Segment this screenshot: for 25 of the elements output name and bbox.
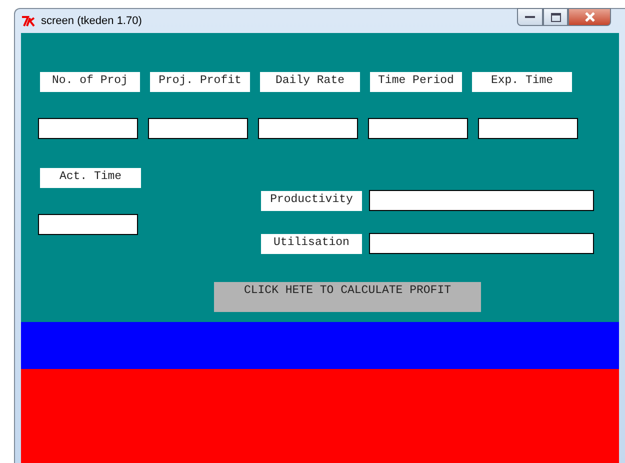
input-field[interactable] [478, 118, 578, 139]
field-label: No. of Proj [40, 72, 140, 92]
field-label: Utilisation [261, 234, 362, 254]
window-title: screen (tkeden 1.70) [41, 15, 142, 27]
minimize-button[interactable] [517, 8, 543, 26]
input-field[interactable] [258, 118, 358, 139]
input-field[interactable] [38, 118, 138, 139]
app-logo-icon [21, 15, 37, 27]
input-field[interactable] [38, 214, 138, 235]
close-icon [584, 12, 596, 22]
field-label: Time Period [370, 72, 462, 92]
input-field[interactable] [148, 118, 248, 139]
field-label: Exp. Time [472, 72, 572, 92]
input-field[interactable] [369, 233, 594, 254]
minimize-icon [525, 15, 535, 19]
field-label: Daily Rate [260, 72, 360, 92]
close-button[interactable] [568, 8, 611, 26]
input-field[interactable] [368, 118, 468, 139]
maximize-icon [550, 12, 560, 22]
input-field[interactable] [369, 190, 594, 211]
calculate-button[interactable]: CLICK HETE TO CALCULATE PROFIT [214, 282, 481, 312]
field-label: Productivity [261, 191, 362, 211]
maximize-button[interactable] [543, 8, 568, 26]
field-label: Act. Time [40, 168, 141, 188]
field-label: Proj. Profit [150, 72, 250, 92]
